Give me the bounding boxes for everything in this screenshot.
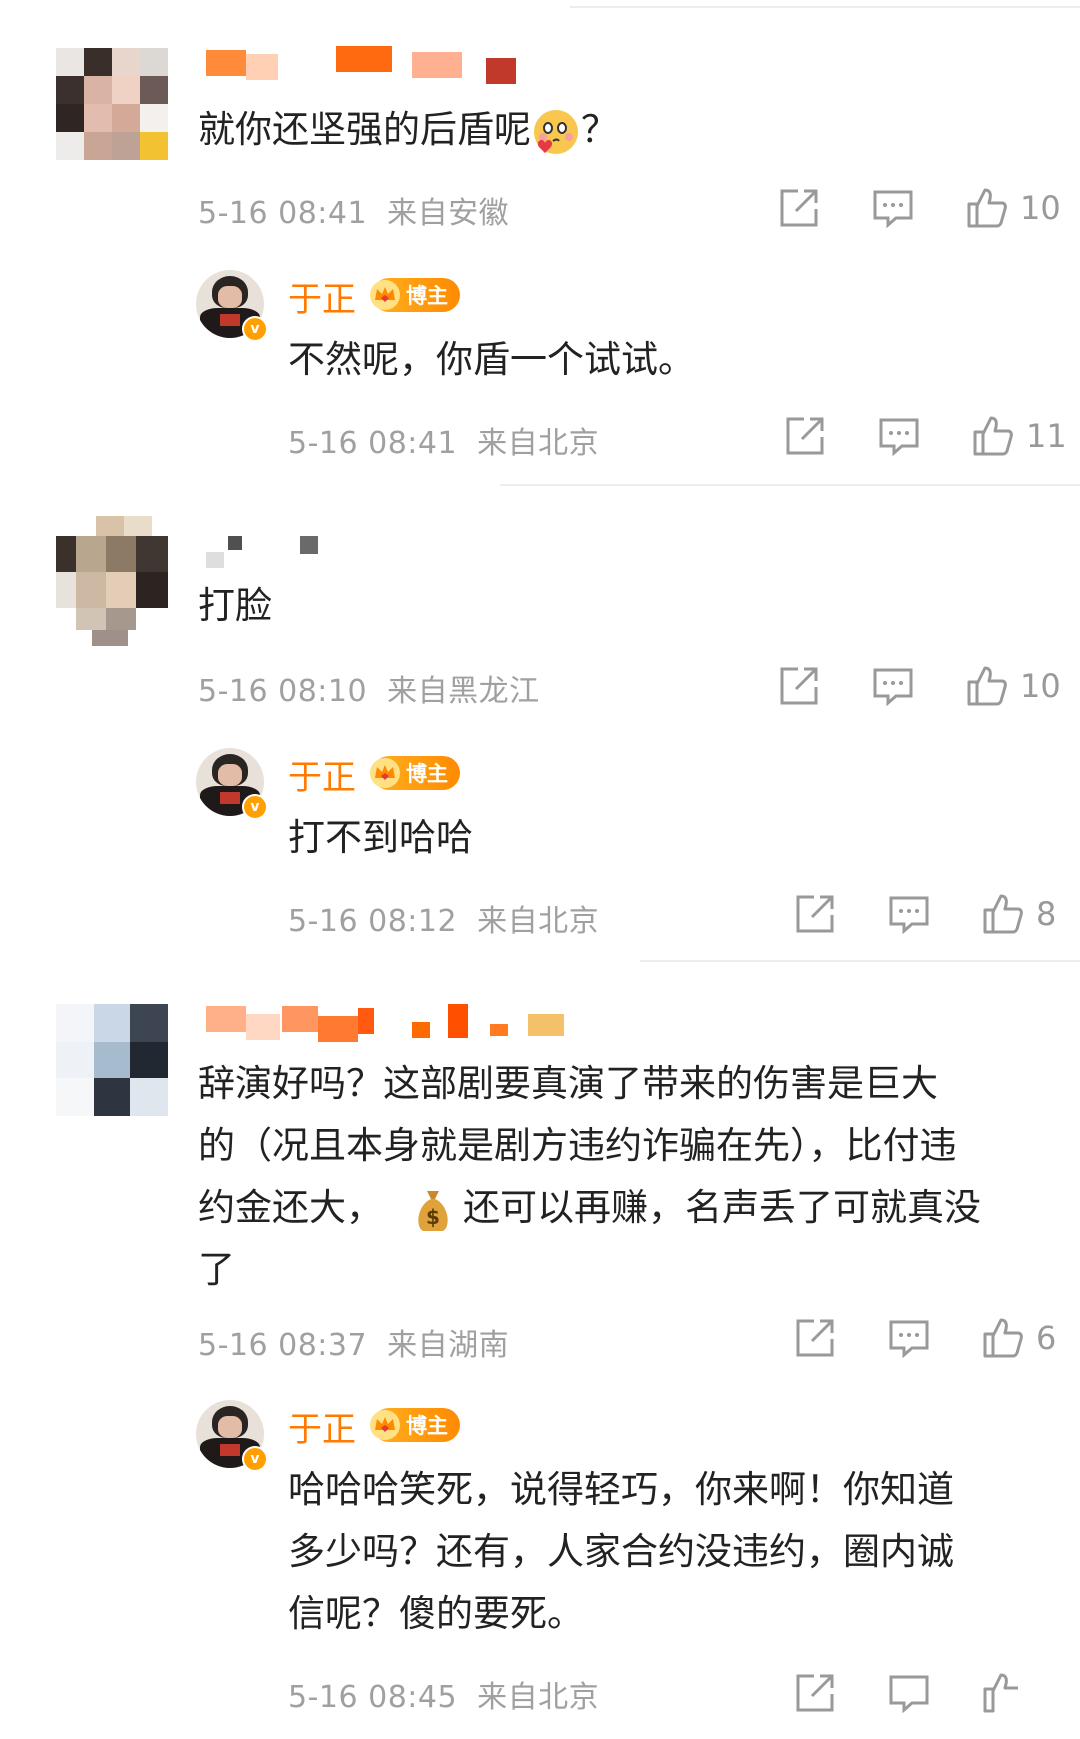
reply-actions: 11 <box>784 406 1067 466</box>
comment-meta: 5-16 08:10 来自黑龙江 <box>198 666 540 710</box>
thumbs-up-icon[interactable] <box>972 415 1014 457</box>
reply-actions <box>794 1662 1024 1739</box>
reply-text: 不然呢，你盾一个试试。 <box>288 338 695 381</box>
comment-line: 了 <box>198 1248 235 1291</box>
thumbs-up-icon[interactable] <box>982 893 1024 935</box>
reply-line: 多少吗？还有，人家合约没违约，圈内诚 <box>288 1530 954 1573</box>
reply-line: 信呢？傻的要死。 <box>288 1592 584 1635</box>
like-count: 11 <box>1026 417 1067 455</box>
verified-v-icon: v <box>242 1446 268 1472</box>
reply-text: 打不到哈哈 <box>288 816 473 859</box>
location: 来自北京 <box>477 1680 600 1715</box>
reply-author[interactable]: 于正 <box>288 750 356 799</box>
comment-icon[interactable] <box>872 187 914 229</box>
verified-v-icon: v <box>242 794 268 820</box>
divider <box>570 6 1080 8</box>
comment-meta: 5-16 08:41 来自安徽 <box>198 188 509 232</box>
badge-label: 博主 <box>406 762 448 786</box>
comment-line: 辞演好吗？这部剧要真演了带来的伤害是巨大 <box>198 1062 938 1105</box>
blogger-badge: 博主 <box>370 1408 460 1442</box>
avatar[interactable] <box>56 1004 168 1116</box>
location: 来自北京 <box>477 426 600 461</box>
comment-line: 约金还大， $ 还可以再赚，名声丢了可就真没 <box>198 1178 981 1238</box>
location: 来自北京 <box>477 904 600 939</box>
comment-icon[interactable] <box>872 665 914 707</box>
like-count: 6 <box>1036 1319 1057 1357</box>
comment-text: 打脸 <box>198 584 272 627</box>
comment-text-suffix: ？ <box>581 108 618 151</box>
comment-actions: 10 <box>778 656 1061 716</box>
comment-actions: 6 <box>794 1308 1056 1368</box>
comment-thread: 就你还坚强的后盾呢 ？ 5-16 08:41 来自安徽 10 v 于正 博主 不然… <box>0 0 1080 1729</box>
reply-meta: 5-16 08:41 来自北京 <box>288 418 599 462</box>
money-bag-emoji: $ <box>418 1190 448 1231</box>
location: 来自湖南 <box>387 1328 510 1363</box>
blogger-badge: 博主 <box>370 756 460 790</box>
timestamp: 5-16 08:41 <box>198 196 368 231</box>
timestamp: 5-16 08:37 <box>198 1328 368 1363</box>
divider <box>640 960 1080 962</box>
blogger-badge: 博主 <box>370 278 460 312</box>
crown-icon <box>370 280 400 310</box>
reply-author[interactable]: 于正 <box>288 272 356 321</box>
reply-author[interactable]: 于正 <box>288 1402 356 1451</box>
thumbs-up-icon[interactable] <box>982 1317 1024 1359</box>
comment-line-prefix: 约金还大， <box>198 1186 383 1229</box>
reply-meta: 5-16 08:12 来自北京 <box>288 896 599 940</box>
reply-actions: 8 <box>794 884 1056 944</box>
timestamp: 5-16 08:45 <box>288 1680 458 1715</box>
comment-icon[interactable] <box>878 415 920 457</box>
share-icon[interactable] <box>794 1672 836 1714</box>
share-icon[interactable] <box>784 415 826 457</box>
location: 来自黑龙江 <box>387 674 540 709</box>
verified-v-icon: v <box>242 316 268 342</box>
thumbs-up-icon[interactable] <box>966 665 1008 707</box>
comment-text-partial: 就你还坚强的后盾呢 <box>198 108 531 151</box>
badge-label: 博主 <box>406 1414 448 1438</box>
reply-line: 哈哈哈笑死，说得轻巧，你来啊！你知道 <box>288 1468 954 1511</box>
timestamp: 5-16 08:12 <box>288 904 458 939</box>
comment-actions: 10 <box>778 178 1061 238</box>
crown-icon <box>370 758 400 788</box>
reply-meta: 5-16 08:45 来自北京 <box>288 1672 599 1716</box>
comment-meta: 5-16 08:37 来自湖南 <box>198 1320 509 1364</box>
share-icon[interactable] <box>778 665 820 707</box>
comment-text: 就你还坚强的后盾呢 ？ <box>198 100 618 160</box>
like-count: 10 <box>1020 189 1061 227</box>
avatar[interactable] <box>56 48 168 160</box>
like-count: 8 <box>1036 895 1057 933</box>
blush-kiss-emoji <box>534 109 578 154</box>
timestamp: 5-16 08:41 <box>288 426 458 461</box>
badge-label: 博主 <box>406 284 448 308</box>
thumbs-up-icon[interactable] <box>966 187 1008 229</box>
location: 来自安徽 <box>387 196 510 231</box>
share-icon[interactable] <box>778 187 820 229</box>
share-icon[interactable] <box>794 1317 836 1359</box>
divider <box>500 484 1080 486</box>
timestamp: 5-16 08:10 <box>198 674 368 709</box>
comment-icon[interactable] <box>888 1317 930 1359</box>
crown-icon <box>370 1410 400 1440</box>
share-icon[interactable] <box>794 893 836 935</box>
avatar[interactable] <box>56 516 168 646</box>
like-count: 10 <box>1020 667 1061 705</box>
comment-icon[interactable] <box>888 893 930 935</box>
svg-text:$: $ <box>426 1205 440 1229</box>
comment-line: 的（况且本身就是剧方违约诈骗在先），比付违 <box>198 1124 957 1167</box>
comment-icon[interactable] <box>888 1672 930 1714</box>
thumbs-up-icon[interactable] <box>982 1672 1024 1714</box>
comment-line-rest: 还可以再赚，名声丢了可就真没 <box>463 1186 981 1229</box>
